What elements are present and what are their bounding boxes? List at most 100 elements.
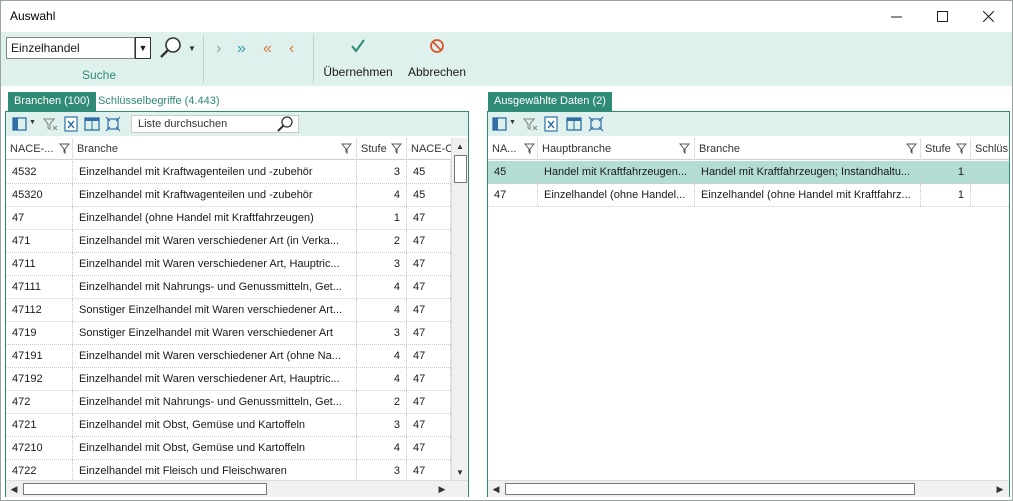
table-row[interactable]: 471 Einzelhandel mit Waren verschiedener … — [6, 230, 451, 253]
table-row[interactable]: 47111 Einzelhandel mit Nahrungs- und Genu… — [6, 276, 451, 299]
branchen-grid-header: NACE-... Branche Stufe NACE-C — [6, 138, 451, 160]
search-icon[interactable] — [276, 116, 294, 132]
ribbon-divider — [313, 35, 314, 83]
search-options-caret-icon[interactable]: ▼ — [188, 44, 196, 53]
minimize-button[interactable] — [873, 1, 919, 32]
table-cell-stufe: 1 — [921, 161, 971, 183]
table-cell-branche: Einzelhandel mit Fleisch und Fleischware… — [73, 460, 357, 480]
move-right-icon[interactable]: › — [216, 40, 221, 58]
table-cell-branche: Einzelhandel mit Waren verschiedener Art… — [73, 230, 357, 252]
maximize-button[interactable] — [919, 1, 965, 32]
search-dropdown-button[interactable]: ▼ — [135, 37, 151, 59]
table-row[interactable]: 472 Einzelhandel mit Nahrungs- und Genuss… — [6, 391, 451, 414]
table-cell-stufe: 4 — [357, 437, 407, 459]
move-all-right-icon[interactable]: » — [237, 40, 246, 58]
scroll-right-icon[interactable]: ▶ — [434, 481, 450, 497]
table-row[interactable]: 47191 Einzelhandel mit Waren verschiedene… — [6, 345, 451, 368]
table-row[interactable]: 47 Einzelhandel (ohne Handel mit Kraftfah… — [6, 207, 451, 230]
ribbon-divider — [203, 35, 204, 83]
table-row[interactable]: 47192 Einzelhandel mit Waren verschiedene… — [6, 368, 451, 391]
column-chooser-caret-icon[interactable]: ▼ — [509, 119, 516, 126]
column-header-branche[interactable]: Branche — [695, 138, 921, 160]
cancel-icon — [405, 37, 469, 59]
accept-button[interactable]: Übernehmen — [323, 37, 393, 79]
table-cell-hauptbranche: Handel mit Kraftfahrzeugen... — [538, 161, 695, 183]
scroll-thumb[interactable] — [505, 483, 915, 495]
title-bar: Auswahl — [1, 1, 1012, 32]
move-all-left-icon[interactable]: « — [263, 40, 272, 58]
table-row[interactable]: 4721 Einzelhandel mit Obst, Gemüse und Ka… — [6, 414, 451, 437]
clear-filter-icon[interactable] — [42, 116, 58, 132]
scroll-down-icon[interactable]: ▼ — [452, 464, 468, 480]
table-cell-code: 47191 — [6, 345, 73, 367]
tab-branchen[interactable]: Branchen (100) — [8, 92, 96, 111]
scroll-up-icon[interactable]: ▲ — [452, 138, 468, 154]
vertical-scrollbar[interactable]: ▲ ▼ — [451, 138, 468, 480]
table-cell-branche: Einzelhandel mit Nahrungs- und Genussmit… — [73, 276, 357, 298]
table-cell-code: 47210 — [6, 437, 73, 459]
minimize-icon — [890, 16, 902, 18]
search-input[interactable]: Einzelhandel — [6, 37, 135, 59]
scroll-right-icon[interactable]: ▶ — [992, 481, 1008, 497]
filter-icon[interactable] — [524, 143, 535, 154]
checkmark-icon — [323, 37, 393, 59]
clear-filter-icon[interactable] — [522, 116, 538, 132]
column-header-schluessel[interactable]: Schlüs — [971, 138, 1009, 160]
move-left-icon[interactable]: ‹ — [289, 40, 294, 58]
fit-columns-icon[interactable] — [588, 116, 604, 132]
scroll-thumb[interactable] — [454, 155, 467, 183]
table-cell-branche: Einzelhandel mit Obst, Gemüse und Kartof… — [73, 414, 357, 436]
column-header-nace-c[interactable]: NACE-C — [407, 138, 451, 160]
table-cell-stufe: 1 — [921, 184, 971, 206]
excel-export-icon[interactable] — [543, 116, 559, 132]
filter-icon[interactable] — [391, 143, 402, 154]
scroll-thumb[interactable] — [23, 483, 267, 495]
column-header-stufe[interactable]: Stufe — [357, 138, 407, 160]
tab-schluesselbegriffe[interactable]: Schlüsselbegriffe (4.443) — [92, 92, 225, 111]
cancel-button[interactable]: Abbrechen — [405, 37, 469, 79]
table-row[interactable]: 4722 Einzelhandel mit Fleisch und Fleisch… — [6, 460, 451, 480]
table-cell-branche: Handel mit Kraftfahrzeugen; Instandhaltu… — [695, 161, 921, 183]
table-row[interactable]: 4532 Einzelhandel mit Kraftwagenteilen un… — [6, 161, 451, 184]
column-header-hauptbranche[interactable]: Hauptbranche — [538, 138, 695, 160]
horizontal-scrollbar[interactable]: ◀ ▶ — [6, 480, 468, 497]
table-row[interactable]: 47210 Einzelhandel mit Obst, Gemüse und K… — [6, 437, 451, 460]
table-row[interactable]: 4711 Einzelhandel mit Waren verschiedener… — [6, 253, 451, 276]
horizontal-scrollbar[interactable]: ◀ ▶ — [488, 480, 1009, 497]
layout-icon[interactable] — [84, 116, 100, 132]
filter-icon[interactable] — [906, 143, 917, 154]
search-group-label: Suche — [82, 68, 117, 82]
excel-export-icon[interactable] — [63, 116, 79, 132]
column-header-code[interactable]: NA... — [488, 138, 538, 160]
table-cell-stufe: 3 — [357, 414, 407, 436]
table-row[interactable]: 47 Einzelhandel (ohne Handel... Einzelhand… — [488, 184, 1009, 207]
table-cell-code: 47192 — [6, 368, 73, 390]
column-chooser-icon[interactable] — [492, 116, 508, 132]
table-cell-stufe: 3 — [357, 253, 407, 275]
filter-icon[interactable] — [679, 143, 690, 154]
table-cell-stufe: 2 — [357, 230, 407, 252]
close-button[interactable] — [965, 1, 1011, 32]
column-header-code[interactable]: NACE-... — [6, 138, 73, 160]
table-cell-nace_c: 47 — [407, 391, 451, 413]
filter-icon[interactable] — [59, 143, 70, 154]
scroll-left-icon[interactable]: ◀ — [488, 481, 504, 497]
maximize-icon — [936, 11, 948, 22]
selection-window: Auswahl Einzelhandel ▼ ▼ Suche › » « ‹ Ü… — [0, 0, 1013, 501]
search-button[interactable] — [158, 36, 184, 60]
column-chooser-caret-icon[interactable]: ▼ — [29, 119, 36, 126]
scroll-left-icon[interactable]: ◀ — [6, 481, 22, 497]
fit-columns-icon[interactable] — [105, 116, 121, 132]
column-header-branche[interactable]: Branche — [73, 138, 357, 160]
filter-icon[interactable] — [956, 143, 967, 154]
column-chooser-icon[interactable] — [12, 116, 28, 132]
list-search-input[interactable]: Liste durchsuchen — [131, 115, 299, 133]
layout-icon[interactable] — [566, 116, 582, 132]
column-header-stufe[interactable]: Stufe — [921, 138, 971, 160]
tab-ausgewaehlte-daten[interactable]: Ausgewählte Daten (2) — [488, 92, 612, 111]
filter-icon[interactable] — [341, 143, 352, 154]
table-row[interactable]: 45 Handel mit Kraftfahrzeugen... Handel mi… — [488, 161, 1009, 184]
table-row[interactable]: 47112 Sonstiger Einzelhandel mit Waren ve… — [6, 299, 451, 322]
table-row[interactable]: 45320 Einzelhandel mit Kraftwagenteilen u… — [6, 184, 451, 207]
table-row[interactable]: 4719 Sonstiger Einzelhandel mit Waren ver… — [6, 322, 451, 345]
